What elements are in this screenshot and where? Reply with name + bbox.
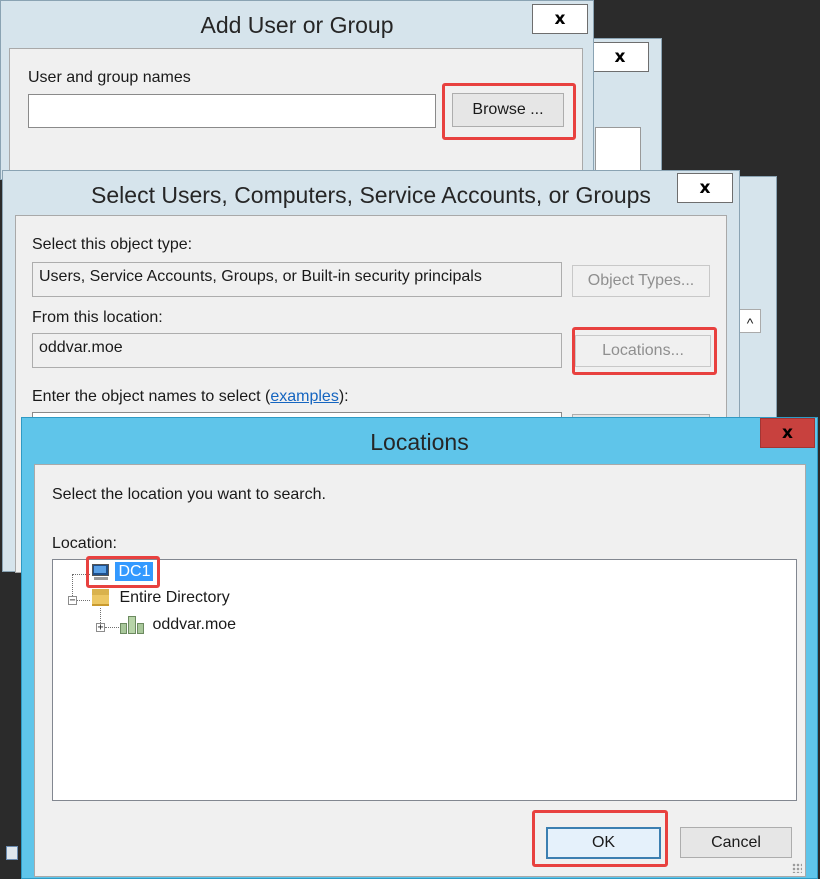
desktop-icon-fragment — [6, 846, 18, 860]
domain-icon — [120, 615, 144, 635]
background-dialog-close-button[interactable]: x — [591, 42, 649, 72]
close-icon: x — [782, 423, 793, 443]
location-tree[interactable]: DC1 − Entire Directory + oddvar.moe — [52, 559, 797, 801]
names-input[interactable] — [28, 94, 436, 128]
tree-connector — [77, 600, 90, 601]
ok-button[interactable]: OK — [546, 827, 661, 859]
folder-icon — [91, 589, 111, 607]
examples-link[interactable]: examples — [270, 388, 338, 405]
object-type-field: Users, Service Accounts, Groups, or Buil… — [32, 262, 562, 297]
object-names-suffix: ): — [338, 388, 349, 405]
add-user-close-button[interactable]: x — [532, 4, 588, 34]
computer-icon — [91, 563, 111, 581]
tree-connector — [72, 574, 90, 575]
location-label: From this location: — [32, 309, 163, 326]
locations-client: Select the location you want to search. … — [34, 464, 806, 877]
tree-item-label: DC1 — [115, 562, 154, 581]
cancel-button[interactable]: Cancel — [680, 827, 792, 858]
tree-connector — [105, 627, 119, 628]
browse-button[interactable]: Browse ... — [452, 93, 564, 127]
tree-item-oddvar-moe[interactable]: oddvar.moe — [120, 615, 236, 637]
collapse-icon[interactable]: − — [68, 596, 77, 606]
tree-item-label: oddvar.moe — [152, 616, 237, 633]
location-tree-label: Location: — [52, 535, 117, 552]
add-user-client: User and group names Browse ... — [9, 48, 583, 181]
tree-item-entire-directory[interactable]: Entire Directory — [91, 589, 230, 611]
expand-icon[interactable]: + — [96, 623, 105, 633]
close-icon: x — [554, 9, 566, 29]
tree-item-label: Entire Directory — [119, 589, 230, 606]
object-names-prefix: Enter the object names to select ( — [32, 388, 271, 405]
locations-close-button[interactable]: x — [760, 418, 815, 448]
select-users-title: Select Users, Computers, Service Account… — [91, 182, 651, 208]
close-icon: x — [614, 47, 626, 67]
object-type-label: Select this object type: — [32, 236, 193, 253]
scroll-up-button[interactable]: ^ — [739, 309, 761, 333]
object-names-label: Enter the object names to select (exampl… — [32, 388, 349, 406]
close-icon: x — [699, 178, 711, 198]
object-types-button[interactable]: Object Types... — [572, 265, 710, 297]
locations-button[interactable]: Locations... — [575, 335, 711, 367]
locations-title: Locations — [370, 429, 469, 455]
resize-grip-icon[interactable] — [792, 863, 802, 873]
locations-dialog: Locations x Select the location you want… — [21, 417, 818, 879]
add-user-dialog: Add User or Group x User and group names… — [0, 0, 594, 181]
tree-item-dc1[interactable]: DC1 — [91, 562, 154, 585]
chevron-up-icon: ^ — [746, 315, 754, 331]
select-users-close-button[interactable]: x — [677, 173, 733, 203]
add-user-title: Add User or Group — [200, 12, 394, 38]
names-label: User and group names — [28, 69, 191, 86]
location-field: oddvar.moe — [32, 333, 562, 368]
location-instruction: Select the location you want to search. — [52, 486, 326, 503]
